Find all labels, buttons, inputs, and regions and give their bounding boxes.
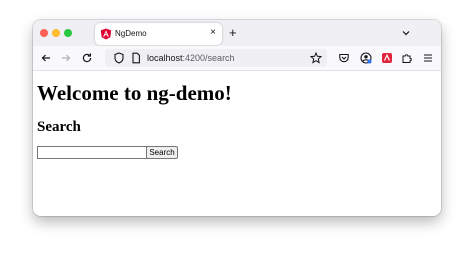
url-text[interactable]: localhost:4200/search xyxy=(147,52,235,64)
search-heading: Search xyxy=(37,119,81,135)
url-host: localhost xyxy=(147,53,183,63)
forward-arrow-icon[interactable] xyxy=(60,52,72,64)
bookmark-star-icon[interactable] xyxy=(310,52,322,64)
back-arrow-icon[interactable] xyxy=(40,52,52,64)
navigation-toolbar: localhost:4200/search xyxy=(33,46,441,71)
tab-close-icon[interactable]: × xyxy=(210,27,216,39)
browser-window: NgDemo × + localhost:4200/search Welcome… xyxy=(33,20,441,216)
url-path: :4200/search xyxy=(182,53,235,63)
search-button[interactable]: Search xyxy=(146,146,178,159)
page-heading: Welcome to ng-demo! xyxy=(37,81,232,105)
zoom-window-button[interactable] xyxy=(64,29,72,37)
minimize-window-button[interactable] xyxy=(52,29,60,37)
new-tab-button[interactable]: + xyxy=(229,26,237,40)
tab-title: NgDemo xyxy=(115,29,147,38)
close-window-button[interactable] xyxy=(40,29,48,37)
chevron-down-icon[interactable] xyxy=(401,28,411,38)
tab-strip: NgDemo × + xyxy=(33,20,441,46)
account-icon[interactable] xyxy=(360,52,372,64)
page-content: Welcome to ng-demo! Search Search xyxy=(33,71,441,216)
reload-icon[interactable] xyxy=(81,52,93,64)
pocket-icon[interactable] xyxy=(338,52,350,64)
shield-icon[interactable] xyxy=(113,52,125,64)
page-icon[interactable] xyxy=(130,52,142,64)
angular-logo-icon xyxy=(100,28,112,40)
tab-ngdemo[interactable]: NgDemo × xyxy=(95,23,222,45)
hamburger-menu-icon[interactable] xyxy=(422,52,434,64)
extension-badge-icon[interactable] xyxy=(381,52,393,64)
search-input[interactable] xyxy=(37,146,152,159)
address-bar[interactable]: localhost:4200/search xyxy=(105,49,327,67)
extensions-puzzle-icon[interactable] xyxy=(401,52,413,64)
